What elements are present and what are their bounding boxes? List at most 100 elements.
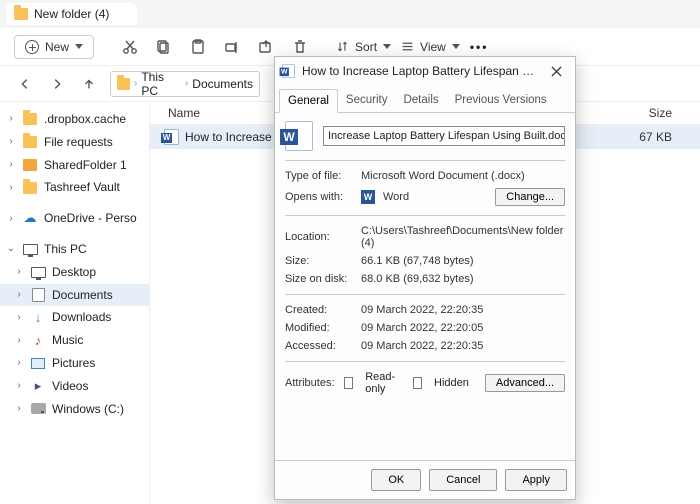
tree-item-desktop[interactable]: ›Desktop xyxy=(0,261,149,284)
dialog-title: How to Increase Laptop Battery Lifespan … xyxy=(302,64,537,78)
hidden-checkbox[interactable] xyxy=(413,377,422,389)
word-file-icon xyxy=(164,129,179,145)
created-label: Created: xyxy=(285,304,353,316)
tab-details[interactable]: Details xyxy=(395,89,446,112)
type-value: Microsoft Word Document (.docx) xyxy=(361,170,565,182)
pc-icon xyxy=(23,244,38,255)
accessed-label: Accessed: xyxy=(285,340,353,352)
view-button[interactable]: View xyxy=(401,40,460,54)
cancel-button[interactable]: Cancel xyxy=(429,469,497,491)
breadcrumb-seg1[interactable]: This PC xyxy=(141,70,181,98)
paste-icon[interactable] xyxy=(188,37,208,57)
chevron-down-icon xyxy=(75,44,83,49)
chevron-down-icon xyxy=(383,44,391,49)
tab-title: New folder (4) xyxy=(34,7,109,21)
attributes-label: Attributes: xyxy=(285,377,336,389)
view-label: View xyxy=(420,40,446,54)
ok-button[interactable]: OK xyxy=(371,469,421,491)
size-value: 66.1 KB (67,748 bytes) xyxy=(361,255,565,267)
picture-icon xyxy=(31,358,45,369)
word-app-icon: W xyxy=(361,190,375,204)
video-icon: ▸ xyxy=(30,379,46,393)
type-label: Type of file: xyxy=(285,170,353,182)
tree-item-windows-c[interactable]: ›Windows (C:) xyxy=(0,398,149,421)
toolbar-actions xyxy=(120,37,310,57)
advanced-button[interactable]: Advanced... xyxy=(485,374,565,392)
file-size: 67 KB xyxy=(570,130,700,144)
delete-icon[interactable] xyxy=(290,37,310,57)
tree-item-file-requests[interactable]: ›File requests xyxy=(0,131,149,154)
breadcrumb-sep: › xyxy=(185,78,188,89)
breadcrumb-sep: › xyxy=(134,78,137,89)
dialog-buttons: OK Cancel Apply xyxy=(275,460,575,499)
apply-button[interactable]: Apply xyxy=(505,469,567,491)
tree-item-onedrive[interactable]: ›☁OneDrive - Perso xyxy=(0,207,149,230)
created-value: 09 March 2022, 22:20:35 xyxy=(361,304,565,316)
location-label: Location: xyxy=(285,231,353,243)
explorer-window: New folder (4) New Sort View xyxy=(0,0,700,504)
size-on-disk-value: 68.0 KB (69,632 bytes) xyxy=(361,273,565,285)
new-button[interactable]: New xyxy=(14,35,94,59)
forward-button[interactable] xyxy=(46,73,68,95)
tree-item-documents[interactable]: ›Documents xyxy=(0,284,149,307)
tree-item-shared-folder[interactable]: ›SharedFolder 1 xyxy=(0,154,149,177)
disk-icon xyxy=(31,403,46,414)
download-icon: ↓ xyxy=(30,311,46,325)
back-button[interactable] xyxy=(14,73,36,95)
folder-icon xyxy=(117,78,130,90)
sort-label: Sort xyxy=(355,40,377,54)
filename-input[interactable]: Increase Laptop Battery Lifespan Using B… xyxy=(323,126,565,146)
change-button[interactable]: Change... xyxy=(495,188,565,206)
hidden-label: Hidden xyxy=(434,377,469,389)
breadcrumb-seg2[interactable]: Documents xyxy=(192,77,253,91)
music-icon: ♪ xyxy=(30,334,46,348)
dialog-titlebar[interactable]: How to Increase Laptop Battery Lifespan … xyxy=(275,57,575,85)
tree-item-pictures[interactable]: ›Pictures xyxy=(0,352,149,375)
tree-item-this-pc[interactable]: ⌄This PC xyxy=(0,238,149,261)
desktop-icon xyxy=(31,267,46,278)
tab-bar: New folder (4) xyxy=(0,0,700,28)
tree-item-music[interactable]: ›♪Music xyxy=(0,329,149,352)
plus-icon xyxy=(25,40,39,54)
readonly-checkbox[interactable] xyxy=(344,377,353,389)
tree-item-dropbox-cache[interactable]: ›.dropbox.cache xyxy=(0,108,149,131)
more-button[interactable]: ••• xyxy=(470,40,489,54)
breadcrumb[interactable]: › This PC › Documents xyxy=(110,71,260,97)
rename-icon[interactable] xyxy=(222,37,242,57)
folder-icon xyxy=(14,8,28,20)
document-icon xyxy=(32,288,45,302)
tab-general[interactable]: General xyxy=(279,89,338,113)
opens-with-label: Opens with: xyxy=(285,191,353,203)
dialog-body: Increase Laptop Battery Lifespan Using B… xyxy=(275,113,575,460)
new-label: New xyxy=(45,40,69,54)
size-label: Size: xyxy=(285,255,353,267)
opens-with-value: Word xyxy=(383,191,409,203)
chevron-down-icon xyxy=(452,44,460,49)
tree-item-videos[interactable]: ›▸Videos xyxy=(0,375,149,398)
location-value: C:\Users\Tashreef\Documents\New folder (… xyxy=(361,225,565,249)
share-icon[interactable] xyxy=(256,37,276,57)
tab-security[interactable]: Security xyxy=(338,89,396,112)
tree-item-tashreef-vault[interactable]: ›Tashreef Vault xyxy=(0,176,149,199)
word-file-icon xyxy=(282,64,295,78)
modified-label: Modified: xyxy=(285,322,353,334)
properties-dialog: How to Increase Laptop Battery Lifespan … xyxy=(274,56,576,500)
word-file-icon xyxy=(285,121,313,151)
modified-value: 09 March 2022, 22:20:05 xyxy=(361,322,565,334)
tab-previous-versions[interactable]: Previous Versions xyxy=(447,89,555,112)
cut-icon[interactable] xyxy=(120,37,140,57)
column-size[interactable]: Size xyxy=(570,106,700,120)
window-tab[interactable]: New folder (4) xyxy=(6,3,137,25)
nav-tree: ›.dropbox.cache ›File requests ›SharedFo… xyxy=(0,102,150,504)
dialog-tabs: General Security Details Previous Versio… xyxy=(275,89,575,113)
size-on-disk-label: Size on disk: xyxy=(285,273,353,285)
tree-item-downloads[interactable]: ›↓Downloads xyxy=(0,306,149,329)
copy-icon[interactable] xyxy=(154,37,174,57)
cloud-icon: ☁ xyxy=(22,212,38,226)
up-button[interactable] xyxy=(78,73,100,95)
close-button[interactable] xyxy=(543,61,569,81)
shared-folder-icon xyxy=(23,159,37,171)
sort-button[interactable]: Sort xyxy=(336,40,391,54)
readonly-label: Read-only xyxy=(365,371,401,395)
accessed-value: 09 March 2022, 22:20:35 xyxy=(361,340,565,352)
